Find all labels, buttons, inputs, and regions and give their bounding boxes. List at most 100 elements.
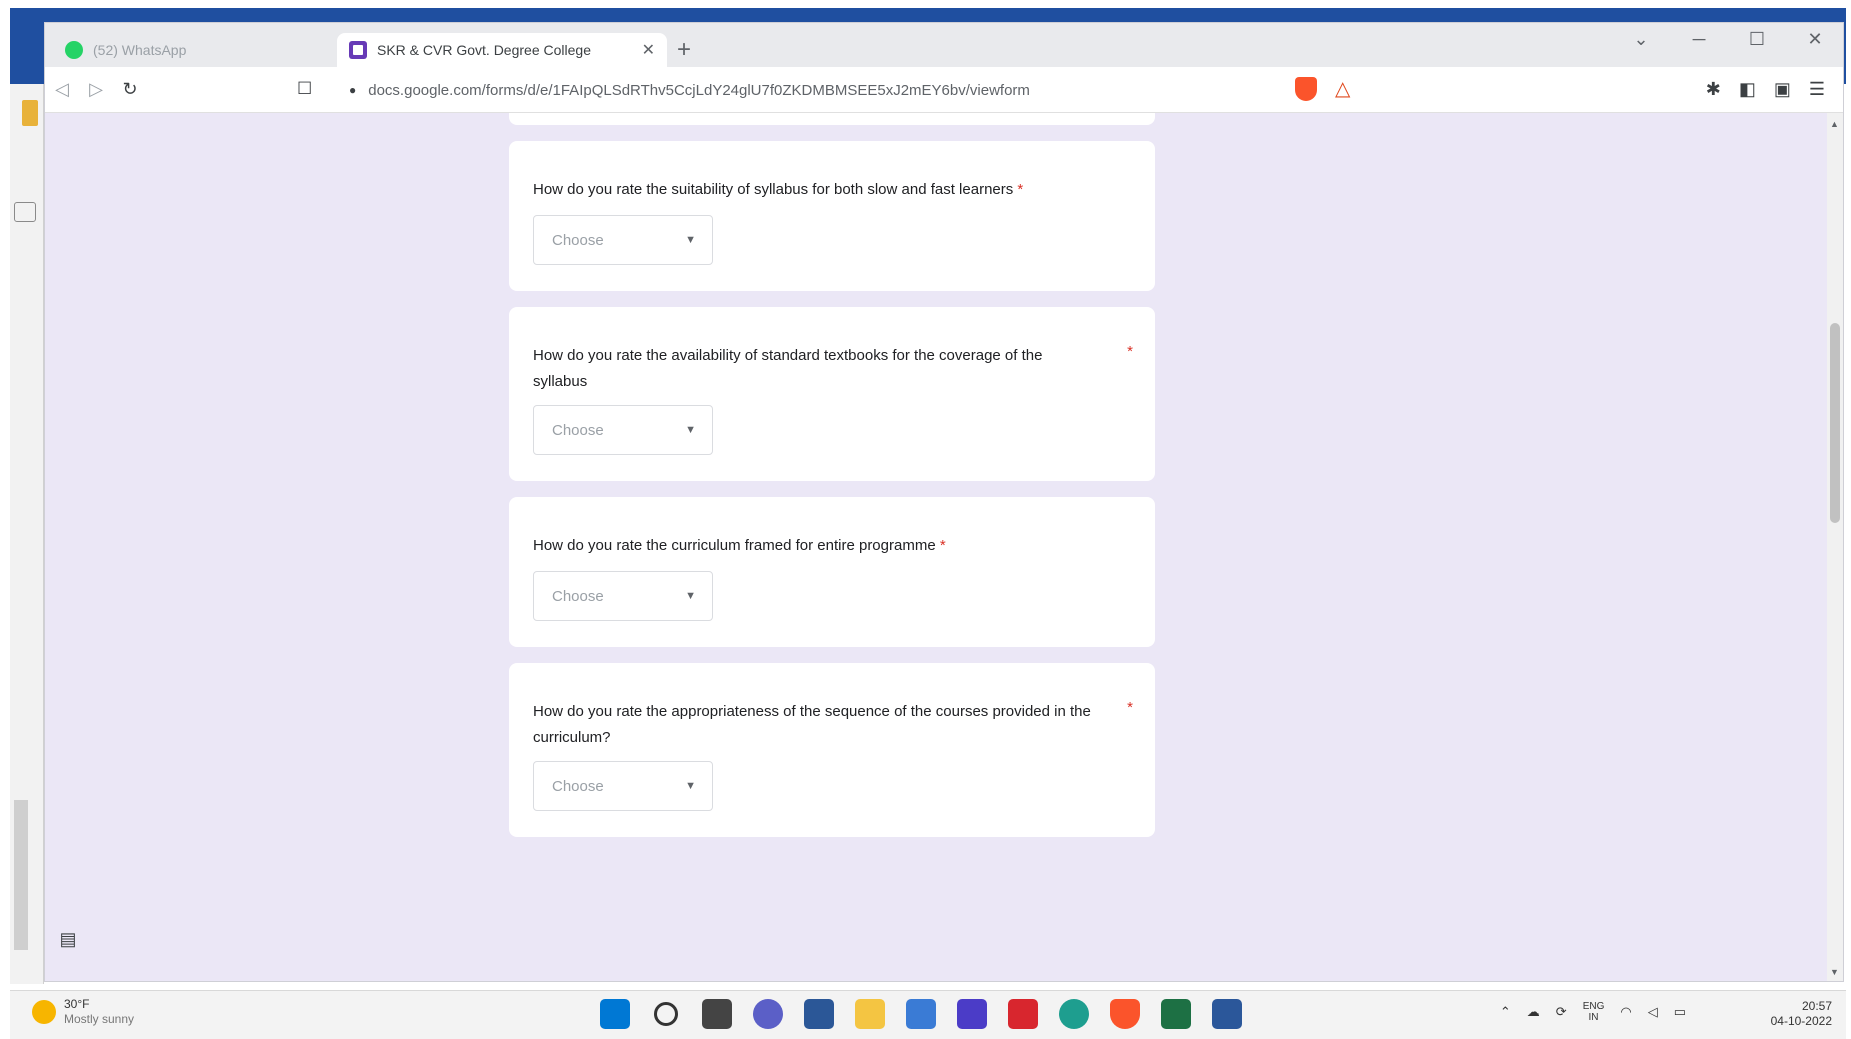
mail-icon[interactable] [906,999,936,1029]
weather-condition: Mostly sunny [64,1012,135,1026]
dropdown-placeholder: Choose [552,231,604,249]
forward-icon[interactable]: ▷ [79,79,113,100]
address-bar[interactable]: ● docs.google.com/forms/d/e/1FAIpQLSdRTh… [337,73,1687,107]
feedback-icon[interactable]: ▤ [53,929,83,953]
sun-icon [32,1000,56,1024]
wallet-icon[interactable]: ▣ [1774,79,1791,100]
choose-dropdown[interactable]: Choose ▼ [533,761,713,811]
minimize-icon[interactable]: ─ [1679,29,1719,50]
menu-icon[interactable]: ☰ [1809,79,1825,100]
lock-icon: ● [349,83,357,97]
back-icon[interactable]: ◁ [45,79,79,100]
lang-bottom: IN [1588,1012,1599,1023]
file-explorer-icon[interactable] [855,999,885,1029]
reload-icon[interactable]: ↻ [113,79,147,100]
question-label: How do you rate the suitability of sylla… [533,181,1014,198]
dropdown-placeholder: Choose [552,777,604,795]
sync-icon[interactable]: ⟳ [1556,1004,1567,1020]
form-page: How do you rate the suitability of sylla… [45,113,1843,981]
question-card: How do you rate the appropriateness of t… [509,663,1155,837]
screen: (52) WhatsApp SKR & CVR Govt. Degree Col… [0,0,1851,1039]
previous-card [509,113,1155,125]
question-card: How do you rate the suitability of sylla… [509,141,1155,291]
choose-dropdown[interactable]: Choose ▼ [533,405,713,455]
required-asterisk: * [939,537,946,554]
weather-text: 30°F Mostly sunny [64,997,134,1027]
url-text: docs.google.com/forms/d/e/1FAIpQLSdRThv5… [368,81,1030,99]
brave-browser-icon[interactable] [1110,999,1140,1029]
choose-dropdown[interactable]: Choose ▼ [533,215,713,265]
clock-date: 04-10-2022 [1770,1014,1832,1028]
window-controls: ⌄ ─ ☐ ✕ [1621,29,1835,50]
tab-title: (52) WhatsApp [93,42,187,58]
excel-icon[interactable] [1161,999,1191,1029]
battery-icon[interactable]: ▭ [1674,1004,1686,1020]
lang-top: ENG [1582,1001,1605,1012]
dropdown-arrow-icon: ▼ [685,234,696,246]
scrollbar-thumb[interactable] [1830,323,1840,523]
tab-title: SKR & CVR Govt. Degree College [377,42,591,58]
question-card: How do you rate the curriculum framed fo… [509,497,1155,647]
wps-office-icon[interactable] [1008,999,1038,1029]
tab-google-form[interactable]: SKR & CVR Govt. Degree College ✕ [337,33,667,67]
edge-icon[interactable] [1059,999,1089,1029]
dropdown-arrow-icon: ▼ [685,780,696,792]
desktop-folder-icon[interactable] [22,100,38,126]
onedrive-icon[interactable]: ☁ [1527,1004,1540,1020]
required-asterisk: * [1127,343,1133,360]
page-scrollbar[interactable]: ▲ ▼ [1827,113,1843,981]
required-asterisk: * [1017,181,1024,198]
clock-time: 20:57 [1801,999,1832,1013]
search-icon[interactable] [654,1002,678,1026]
whatsapp-icon [65,41,83,59]
maximize-icon[interactable]: ☐ [1737,29,1777,50]
start-icon[interactable] [600,999,630,1029]
dropdown-placeholder: Choose [552,421,604,439]
weather-widget[interactable]: 30°F Mostly sunny [32,997,134,1027]
desktop-app-icon[interactable] [14,202,36,222]
dropdown-arrow-icon: ▼ [685,424,696,436]
question-text: How do you rate the suitability of sylla… [533,177,1093,203]
choose-dropdown[interactable]: Choose ▼ [533,571,713,621]
taskbar-apps [600,999,1242,1029]
question-label: How do you rate the curriculum framed fo… [533,537,936,554]
question-text: How do you rate the curriculum framed fo… [533,533,1093,559]
desktop-side-strip [14,800,28,950]
question-text: How do you rate the availability of stan… [533,347,1043,390]
tab-search-icon[interactable]: ⌄ [1621,29,1661,50]
dropdown-placeholder: Choose [552,587,604,605]
question-text: How do you rate the appropriateness of t… [533,703,1091,746]
task-view-icon[interactable] [702,999,732,1029]
sidebar-icon[interactable]: ◧ [1739,79,1756,100]
chevron-up-icon[interactable]: ⌃ [1500,1004,1511,1020]
scroll-down-arrow-icon[interactable]: ▼ [1830,967,1839,977]
brave-shield-icon[interactable] [1295,77,1317,101]
dropdown-arrow-icon: ▼ [685,590,696,602]
clock[interactable]: 20:57 04-10-2022 [1771,999,1832,1029]
word-icon[interactable] [1212,999,1242,1029]
tab-strip: (52) WhatsApp SKR & CVR Govt. Degree Col… [45,23,1843,67]
browser-toolbar: ◁ ▷ ↻ ☐ ● docs.google.com/forms/d/e/1FAI… [45,67,1843,113]
system-tray: ⌃ ☁ ⟳ ENG IN ◠ ◁ ▭ [1500,1001,1686,1023]
required-asterisk: * [1127,699,1133,716]
toolbar-actions: ✱ ◧ ▣ ☰ [1706,79,1825,100]
new-tab-button[interactable]: + [677,37,691,63]
bookmark-icon[interactable]: ☐ [297,79,312,99]
wifi-icon[interactable]: ◠ [1620,1004,1631,1020]
google-forms-icon [349,41,367,59]
close-icon[interactable]: ✕ [1795,29,1835,50]
tab-close-icon[interactable]: ✕ [642,40,655,60]
question-card: How do you rate the availability of stan… [509,307,1155,481]
taskbar: 30°F Mostly sunny ⌃ ☁ ⟳ ENG IN ◠ ◁ ▭ 20:… [10,990,1846,1039]
browser-window: (52) WhatsApp SKR & CVR Govt. Degree Col… [44,22,1844,982]
weather-temp: 30°F [64,997,90,1011]
tab-whatsapp[interactable]: (52) WhatsApp [53,33,333,67]
chat-icon[interactable] [753,999,783,1029]
editor-icon[interactable] [957,999,987,1029]
scroll-up-arrow-icon[interactable]: ▲ [1830,119,1839,129]
extensions-icon[interactable]: ✱ [1706,79,1721,100]
volume-icon[interactable]: ◁ [1648,1004,1658,1020]
store-icon[interactable] [804,999,834,1029]
language-indicator[interactable]: ENG IN [1583,1001,1605,1023]
brave-rewards-icon[interactable]: △ [1335,77,1350,101]
